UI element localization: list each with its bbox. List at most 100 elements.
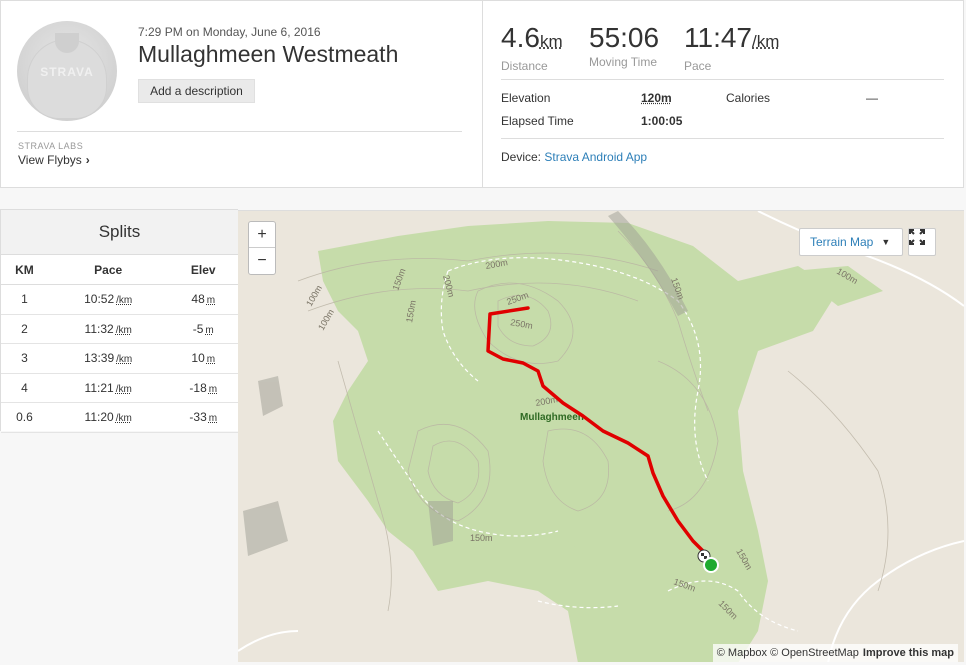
device-link[interactable]: Strava Android App — [544, 150, 647, 164]
activity-summary-card: STRAVA 7:29 PM on Monday, June 6, 2016 M… — [0, 0, 964, 188]
moving-time-label: Moving Time — [589, 55, 658, 69]
split-km: 3 — [1, 343, 48, 374]
split-elev: -18 m — [168, 373, 238, 403]
elev-unit: m — [205, 324, 214, 336]
split-elev-value: 48 — [191, 292, 205, 307]
split-elev: -5 m — [168, 314, 238, 344]
device-info: Device: Strava Android App — [501, 150, 647, 164]
strava-logo: STRAVA — [40, 65, 94, 79]
end-marker-icon — [703, 557, 719, 573]
split-row: 0.6 11:20/km -33 m — [1, 402, 238, 433]
activity-date: 7:29 PM on Monday, June 6, 2016 — [138, 25, 321, 39]
split-km: 4 — [1, 373, 48, 403]
split-pace-value: 11:32 — [84, 321, 114, 336]
split-elev: 48 m — [168, 284, 238, 315]
pace-unit: /km — [115, 383, 132, 395]
fullscreen-button[interactable] — [908, 228, 936, 256]
split-km: 1 — [1, 284, 48, 315]
split-pace: 11:32/km — [47, 314, 169, 344]
elev-unit: m — [206, 354, 216, 366]
elapsed-time-value: 1:00:05 — [641, 114, 683, 128]
column-header-elev: Elev — [168, 254, 238, 285]
pace-unit: /km — [116, 354, 133, 366]
stat-moving-time: 55:06 Moving Time — [589, 22, 660, 70]
map-attribution: © Mapbox © OpenStreetMap Improve this ma… — [712, 644, 958, 662]
split-pace-value: 13:39 — [84, 351, 115, 366]
vertical-divider — [482, 1, 483, 188]
device-label: Device: — [501, 150, 542, 164]
split-elev-value: -33 — [189, 410, 207, 425]
splits-body: 1 10:52/km 48 m 2 11:32/km -5 m 3 13:39/km 10 m 4 11:… — [1, 284, 238, 433]
pace-label: Pace — [684, 59, 712, 73]
elev-unit: m — [208, 383, 218, 395]
map-canvas: 200m 250m 250m 150m 150m 150m 100m 100m … — [238, 211, 964, 662]
divider — [17, 131, 462, 132]
split-row: 4 11:21/km -18 m — [1, 373, 238, 403]
split-elev: -33 m — [168, 402, 238, 433]
split-elev-value: 10 — [191, 351, 205, 366]
column-header-km: KM — [1, 254, 48, 285]
improve-map-link[interactable]: Improve this map — [863, 647, 954, 659]
strava-labs-label: STRAVA LABS — [18, 141, 84, 151]
split-pace-value: 10:52 — [84, 292, 115, 307]
zoom-in-button[interactable]: + — [249, 222, 275, 248]
attribution-text[interactable]: © Mapbox © OpenStreetMap — [717, 647, 859, 659]
contour-label: 100m — [304, 284, 324, 308]
split-km: 0.6 — [1, 402, 48, 433]
elev-unit: m — [206, 295, 216, 307]
activity-title[interactable]: Mullaghmeen Westmeath — [138, 41, 398, 68]
calories-value: — — [866, 91, 878, 105]
stat-distance: 4.6km Distance — [501, 22, 563, 74]
divider — [501, 79, 944, 80]
view-flybys-link[interactable]: View Flybys › — [18, 153, 90, 167]
divider — [501, 138, 944, 139]
add-description-button[interactable]: Add a description — [138, 79, 255, 103]
contour-label: 100m — [316, 308, 336, 332]
route-map[interactable]: 200m 250m 250m 150m 150m 150m 100m 100m … — [238, 210, 964, 662]
splits-title: Splits — [1, 209, 238, 254]
contour-label: 150m — [470, 533, 493, 543]
terrain-map-dropdown[interactable]: Terrain Map ▼ — [799, 228, 903, 256]
chevron-right-icon: › — [85, 153, 90, 167]
pace-value: 11:47 — [684, 22, 752, 53]
place-label: Mullaghmeen — [520, 412, 584, 423]
split-elev-value: -18 — [189, 380, 207, 395]
forest-areas — [318, 221, 883, 662]
splits-panel: Splits KM Pace Elev 1 10:52/km 48 m 2 11:32/k… — [0, 209, 238, 433]
zoom-out-button[interactable]: − — [249, 248, 275, 274]
calories-label: Calories — [726, 91, 771, 105]
split-pace: 11:20/km — [47, 402, 169, 433]
split-row: 1 10:52/km 48 m — [1, 284, 238, 315]
pace-unit: /km — [115, 324, 132, 336]
split-pace: 11:21/km — [47, 373, 169, 403]
split-elev-value: -5 — [192, 321, 204, 336]
distance-unit: km — [539, 32, 563, 51]
distance-label: Distance — [501, 59, 548, 73]
elevation-label: Elevation — [501, 91, 551, 105]
elapsed-time-label: Elapsed Time — [501, 114, 574, 128]
elev-unit: m — [208, 413, 218, 425]
view-flybys-label: View Flybys — [18, 153, 82, 167]
split-pace: 13:39/km — [47, 343, 169, 374]
stat-pace: 11:47/km Pace — [684, 22, 780, 74]
moving-time-value: 55:06 — [589, 22, 660, 53]
terrain-map-label: Terrain Map — [810, 235, 874, 249]
split-row: 3 13:39/km 10 m — [1, 343, 238, 374]
athlete-avatar[interactable]: STRAVA — [17, 21, 117, 121]
split-pace: 10:52/km — [47, 284, 169, 315]
split-km: 2 — [1, 314, 48, 344]
pace-unit: /km — [752, 32, 780, 51]
split-pace-value: 11:21 — [84, 380, 114, 395]
distance-value: 4.6 — [501, 22, 540, 53]
caret-down-icon: ▼ — [881, 237, 891, 247]
splits-table: KM Pace Elev 1 10:52/km 48 m 2 11:32/km -5 m 3 13… — [1, 254, 238, 433]
column-header-pace: Pace — [47, 254, 169, 285]
zoom-control: + − — [248, 221, 276, 275]
elevation-value: 120m — [641, 91, 672, 105]
split-elev: 10 m — [168, 343, 238, 374]
split-pace-value: 11:20 — [84, 410, 114, 425]
split-row: 2 11:32/km -5 m — [1, 314, 238, 344]
pace-unit: /km — [116, 295, 133, 307]
pace-unit: /km — [115, 413, 132, 425]
fullscreen-icon — [909, 229, 925, 245]
